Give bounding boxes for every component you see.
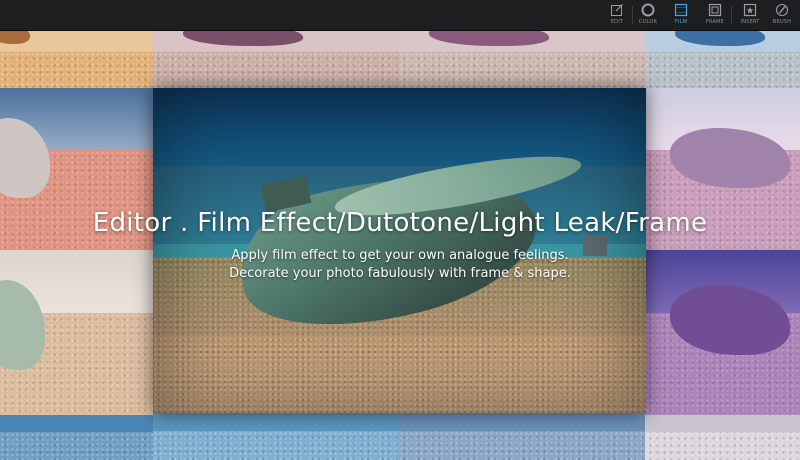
frame-icon [708, 3, 722, 17]
filter-preview-tile [645, 415, 800, 460]
top-toolbar: EDIT COLOR FILM FRAME INSERT BRUSH [0, 0, 800, 31]
toolbar-edit-button[interactable]: EDIT [604, 3, 630, 27]
edit-icon [611, 4, 623, 16]
film-icon [674, 3, 688, 17]
toolbar-insert-button[interactable]: INSERT [737, 3, 763, 27]
filter-preview-tile [153, 413, 399, 460]
toolbar-frame-button[interactable]: FRAME [702, 3, 728, 27]
color-icon [641, 3, 655, 17]
toolbar-divider [632, 6, 633, 24]
feature-subtitle-line-1: Apply film effect to get your own analog… [231, 248, 569, 263]
brush-icon [775, 3, 789, 17]
filter-preview-tile [0, 30, 153, 88]
toolbar-film-label: FILM [674, 19, 688, 25]
filter-preview-tile [399, 413, 645, 460]
feature-title: Editor . Film Effect/Dutotone/Light Leak… [92, 208, 708, 238]
filter-preview-tile [399, 30, 645, 88]
toolbar-color-label: COLOR [638, 19, 658, 25]
feature-subtitle-line-2: Decorate your photo fabulously with fram… [229, 266, 571, 281]
filter-preview-tile [645, 30, 800, 88]
toolbar-frame-label: FRAME [705, 19, 725, 25]
toolbar-brush-button[interactable]: BRUSH [769, 3, 795, 27]
toolbar-edit-label: EDIT [610, 19, 624, 25]
toolbar-insert-label: INSERT [740, 19, 760, 25]
toolbar-brush-label: BRUSH [772, 19, 792, 25]
filter-preview-tile [153, 30, 399, 88]
toolbar-color-button[interactable]: COLOR [635, 3, 661, 27]
toolbar-divider [731, 6, 732, 24]
filter-preview-tile [0, 415, 153, 460]
insert-icon [743, 3, 757, 17]
toolbar-film-button[interactable]: FILM [668, 3, 694, 27]
